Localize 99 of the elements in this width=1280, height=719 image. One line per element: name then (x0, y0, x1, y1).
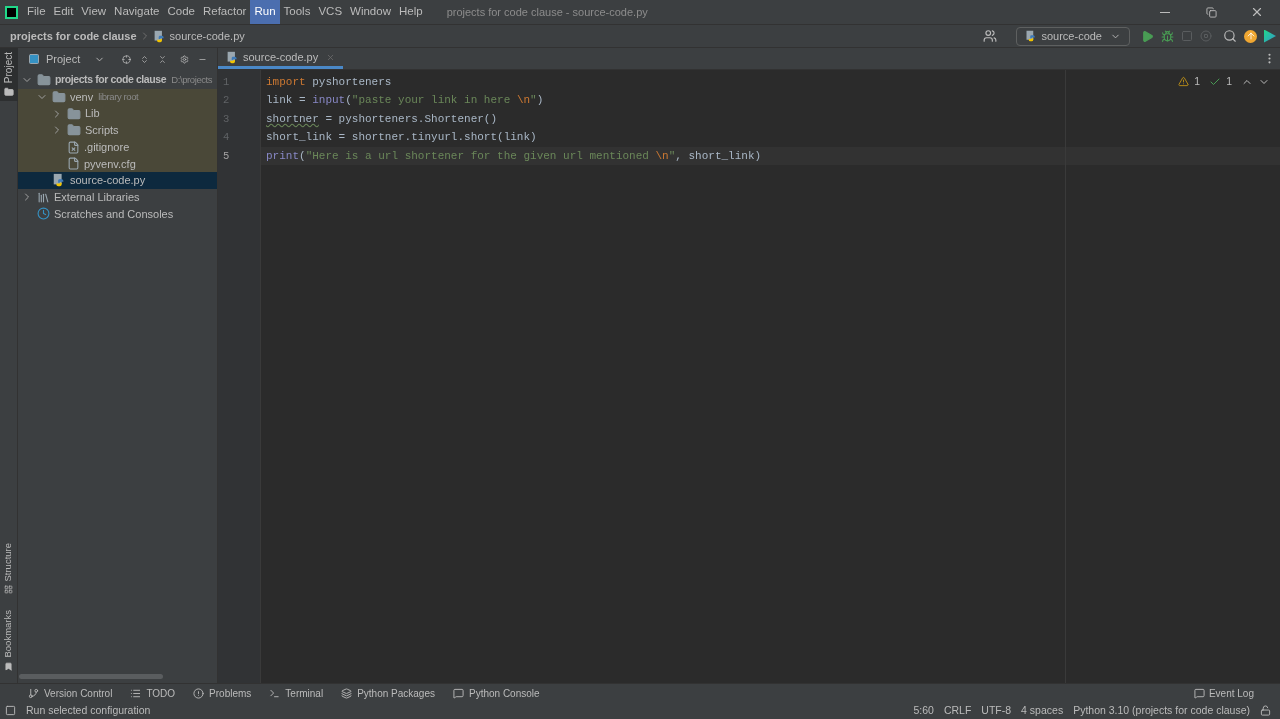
ignored-file-icon (67, 140, 80, 154)
library-icon (37, 190, 50, 204)
tree-label: pyvenv.cfg (84, 156, 136, 172)
scratches-icon (37, 207, 50, 221)
code-line: shortner = pyshorteners.Shortener() (266, 112, 498, 125)
structure-icon (4, 585, 13, 595)
settings-icon[interactable] (180, 52, 190, 66)
tree-item[interactable]: Scratches and Consoles (18, 205, 217, 223)
locate-icon[interactable] (122, 52, 132, 66)
folder-icon (67, 123, 81, 138)
project-view-dropdown[interactable]: Project (28, 50, 106, 68)
tree-item[interactable]: Lib (18, 105, 217, 123)
check-count: 1 (1226, 74, 1232, 89)
tree-label: .gitignore (84, 139, 130, 155)
side-tab[interactable]: Project (0, 48, 18, 102)
status-item[interactable]: CRLF (943, 702, 972, 719)
plugin-logo-icon[interactable] (1264, 29, 1276, 43)
bookmark-icon (4, 662, 13, 671)
menu-item[interactable]: Run (250, 0, 280, 24)
python-file-icon (52, 173, 66, 188)
code-line: link = input("paste your link in here \n") (266, 94, 544, 107)
tree-hint: D:\projects (171, 73, 213, 88)
menu-item[interactable]: Navigate (110, 0, 164, 24)
tree-label: Lib (85, 106, 100, 122)
line-number: 5 (222, 148, 231, 164)
python-file-icon (152, 29, 166, 43)
app-logo-icon (5, 5, 18, 19)
tool-window-tab[interactable]: Terminal (269, 685, 324, 701)
tree-label: Scratches and Consoles (54, 206, 174, 222)
lock-icon[interactable] (1260, 705, 1271, 716)
python-file-icon (226, 50, 239, 64)
console-icon (452, 687, 464, 699)
menu-item[interactable]: Help (394, 0, 427, 24)
tree-item[interactable]: projects for code clause D:\projects (18, 72, 217, 89)
breadcrumb[interactable]: source-code.py (169, 27, 245, 45)
menu-item[interactable]: View (77, 0, 111, 24)
speech-bubble-icon (1193, 687, 1205, 699)
folder-icon (3, 87, 14, 98)
run-icon[interactable] (1141, 29, 1154, 43)
file-icon (67, 157, 80, 171)
side-tab[interactable]: Structure (0, 538, 18, 599)
warning-icon[interactable] (1178, 76, 1190, 88)
event-log-button[interactable]: Event Log (1193, 685, 1254, 701)
search-icon[interactable] (1223, 29, 1237, 43)
status-item[interactable]: 5:60 (913, 702, 934, 719)
menu-item[interactable]: Edit (49, 0, 78, 24)
python-file-icon (1025, 30, 1038, 42)
users-icon[interactable] (983, 29, 998, 43)
side-tab[interactable]: Bookmarks (0, 606, 18, 675)
tree-label: projects for code clause (55, 72, 167, 88)
todo-icon (130, 687, 142, 699)
breadcrumb[interactable]: projects for code clause (10, 27, 137, 45)
menu-item[interactable]: Code (163, 0, 199, 24)
tool-window-tab[interactable]: Python Console (452, 685, 540, 701)
folder-icon (67, 106, 81, 121)
window-title: projects for code clause - source-code.py (446, 4, 648, 20)
minimize-icon (1160, 11, 1170, 13)
status-message: Run selected configuration (26, 702, 151, 718)
close-icon (1250, 5, 1264, 19)
code-line: import pyshorteners (266, 76, 392, 88)
tool-window-tab[interactable]: Version Control (28, 685, 113, 701)
tree-item[interactable]: Scripts (18, 122, 217, 139)
close-icon[interactable] (326, 52, 336, 62)
status-item[interactable]: UTF-8 (981, 702, 1012, 719)
folder-icon (52, 90, 66, 105)
menu-item[interactable]: VCS (314, 0, 347, 24)
code-line: print("Here is a url shortener for the given url mentioned \n", short_link) (266, 149, 762, 162)
problems-icon (193, 687, 205, 699)
tool-window-tab[interactable]: Problems (193, 685, 252, 701)
menu-item[interactable]: Refactor (198, 0, 251, 24)
debug-icon[interactable] (1161, 29, 1174, 43)
tree-label: External Libraries (54, 189, 140, 205)
tool-window-tab[interactable]: Python Packages (341, 685, 435, 701)
terminal-icon (269, 687, 281, 699)
run-config-dropdown[interactable]: source-code (1016, 26, 1130, 46)
tree-item[interactable]: source-code.py (18, 172, 217, 189)
tool-window-tab[interactable]: TODO (130, 685, 176, 701)
folder-icon (37, 73, 51, 88)
menu-item[interactable]: Tools (279, 0, 315, 24)
tree-hint: library root (98, 89, 139, 104)
menu-item[interactable]: File (23, 0, 50, 24)
tree-label: Scripts (85, 123, 119, 139)
menu-item[interactable]: Window (346, 0, 395, 24)
packages-icon (341, 687, 353, 699)
tree-item[interactable]: External Libraries (18, 188, 217, 206)
update-icon[interactable] (1244, 29, 1257, 43)
tree-item[interactable]: pyvenv.cfg (18, 155, 217, 173)
restore-icon (1205, 6, 1217, 18)
scrollbar[interactable] (19, 674, 163, 679)
status-item[interactable]: 4 spaces (1021, 702, 1064, 719)
tree-label: venv (70, 89, 94, 105)
tree-item[interactable]: venv library root (18, 88, 217, 106)
warning-count: 1 (1194, 74, 1201, 89)
status-item[interactable]: Python 3.10 (projects for code clause) (1073, 702, 1250, 719)
code-line: short_link = shortner.tinyurl.short(link) (266, 131, 537, 144)
tree-label: source-code.py (70, 173, 146, 189)
panel-toggle-icon[interactable] (5, 705, 16, 716)
vcs-icon (28, 687, 39, 699)
window-icon (28, 53, 40, 65)
